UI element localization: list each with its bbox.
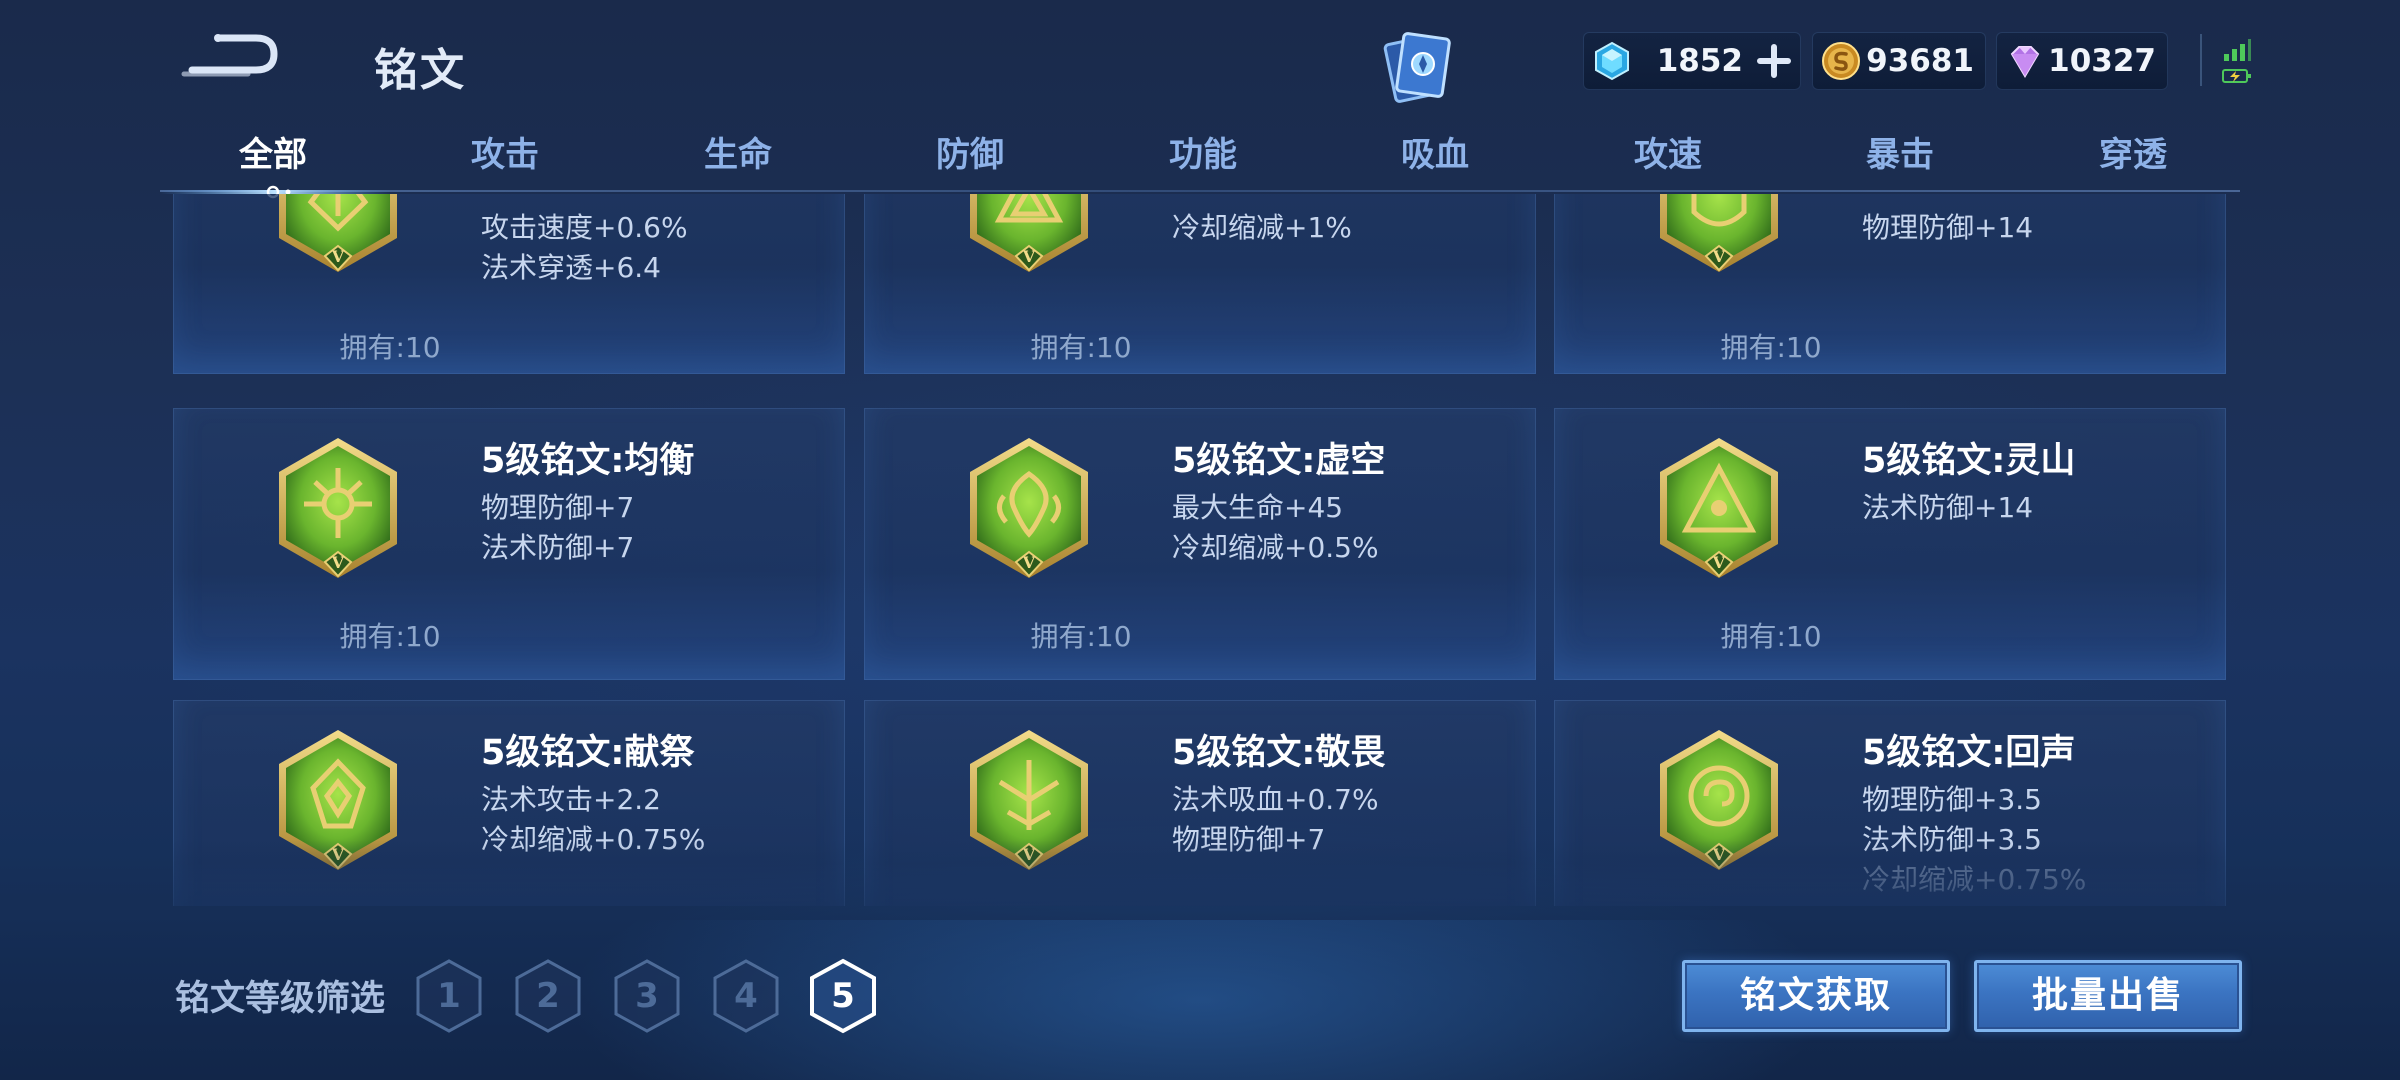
- tab-lifesteal[interactable]: 吸血: [1355, 130, 1515, 180]
- level-number: 3: [635, 976, 659, 1016]
- rune-attribute: 冷却缩减+0.75%: [481, 823, 706, 856]
- level-filter-5[interactable]: 5: [808, 958, 878, 1034]
- rune-owned-count: 拥有:10: [339, 620, 441, 653]
- rune-card[interactable]: 物理防御+14 拥有:10: [1554, 194, 2226, 374]
- tab-penetration[interactable]: 穿透: [2053, 130, 2213, 180]
- gold-currency: 93681: [1812, 32, 1986, 90]
- rune-attribute: 法术防御+14: [1862, 491, 2034, 524]
- rune-name: 5级铭文:虚空: [1172, 441, 1386, 481]
- level-filter-1[interactable]: 1: [414, 958, 484, 1034]
- level-filter-3[interactable]: 3: [612, 958, 682, 1034]
- rune-name: 5级铭文:献祭: [481, 733, 695, 773]
- rune-attack-icon: [278, 194, 398, 273]
- rune-owned-count: 拥有:10: [1030, 331, 1132, 364]
- level-number: 1: [437, 976, 461, 1016]
- tab-critical[interactable]: 暴击: [1820, 130, 1980, 180]
- status-divider: [2200, 34, 2202, 86]
- rune-attribute: 法术吸血+0.7%: [1172, 783, 1379, 816]
- status-indicators: [2222, 38, 2252, 88]
- rune-attribute: 冷却缩减+1%: [1172, 211, 1352, 244]
- rune-owned-count: 拥有:10: [1720, 620, 1822, 653]
- obtain-rune-button[interactable]: 铭文获取: [1682, 960, 1950, 1032]
- tab-divider-line: [160, 190, 2240, 192]
- obtain-rune-label: 铭文获取: [1739, 975, 1892, 1016]
- rune-owned-count: 拥有:10: [1030, 620, 1132, 653]
- page-title: 铭文: [374, 45, 466, 96]
- rune-list[interactable]: 攻击速度+0.6% 法术穿透+6.4 拥有:10 冷却缩减+1% 拥有:10 物…: [0, 194, 2400, 906]
- rune-defense-icon: [1659, 194, 1779, 273]
- rune-balance-icon: [278, 437, 398, 579]
- rune-owned-count: 拥有:10: [339, 331, 441, 364]
- card-collection-icon[interactable]: [1380, 28, 1456, 104]
- rune-attribute: 冷却缩减+0.75%: [1862, 863, 2087, 896]
- tab-utility[interactable]: 功能: [1123, 130, 1283, 180]
- level-filter-label: 铭文等级筛选: [175, 979, 386, 1019]
- rune-card[interactable]: 冷却缩减+1% 拥有:10: [864, 194, 1536, 374]
- rune-attribute: 物理防御+7: [481, 491, 635, 524]
- rune-attribute: 最大生命+45: [1172, 491, 1344, 524]
- rune-card[interactable]: 5级铭文:献祭 法术攻击+2.2 冷却缩减+0.75%: [173, 700, 845, 906]
- rune-owned-count: 拥有:10: [1720, 331, 1822, 364]
- tab-attack[interactable]: 攻击: [425, 130, 585, 180]
- level-filter-4[interactable]: 4: [711, 958, 781, 1034]
- bulk-sell-label: 批量出售: [2031, 975, 2184, 1016]
- diamond-currency: 1852: [1583, 32, 1801, 90]
- rune-attribute: 物理防御+7: [1172, 823, 1326, 856]
- rune-attribute: 法术攻击+2.2: [481, 783, 661, 816]
- rune-attribute: 攻击速度+0.6%: [481, 211, 688, 244]
- rune-attribute: 法术穿透+6.4: [481, 251, 661, 284]
- rune-card[interactable]: 5级铭文:敬畏 法术吸血+0.7% 物理防御+7: [864, 700, 1536, 906]
- level-number: 4: [734, 976, 758, 1016]
- rune-name: 5级铭文:敬畏: [1172, 733, 1386, 773]
- back-arrow-icon: [181, 34, 278, 77]
- rune-attribute: 物理防御+3.5: [1862, 783, 2042, 816]
- gem-currency: 10327: [1996, 32, 2168, 90]
- add-diamond-button[interactable]: [1757, 44, 1791, 78]
- tab-defense[interactable]: 防御: [890, 130, 1050, 180]
- rune-awe-icon: [969, 729, 1089, 871]
- rune-name: 5级铭文:均衡: [481, 441, 695, 481]
- rune-card[interactable]: 5级铭文:灵山 法术防御+14 拥有:10: [1554, 408, 2226, 680]
- back-button[interactable]: [178, 28, 282, 84]
- rune-card[interactable]: 5级铭文:虚空 最大生命+45 冷却缩减+0.5% 拥有:10: [864, 408, 1536, 680]
- rune-attribute: 法术防御+3.5: [1862, 823, 2042, 856]
- rune-name: 5级铭文:灵山: [1862, 441, 2076, 481]
- tab-attack-speed[interactable]: 攻速: [1588, 130, 1748, 180]
- signal-strength-icon: [2224, 39, 2251, 61]
- level-number: 5: [831, 976, 855, 1016]
- battery-charging-icon: [2222, 69, 2251, 83]
- gold-coin-icon: [1822, 42, 1860, 80]
- rune-utility-icon: [969, 194, 1089, 273]
- blue-crystal-icon: [1595, 41, 1629, 81]
- category-tabs: 全部 攻击 生命 防御 功能 吸血 攻速 暴击 穿透: [160, 130, 2240, 190]
- level-number: 2: [536, 976, 560, 1016]
- rune-sacrifice-icon: [278, 729, 398, 871]
- plus-icon: [1757, 44, 1791, 78]
- rune-attribute: 冷却缩减+0.5%: [1172, 531, 1379, 564]
- purple-gem-icon: [2010, 46, 2040, 78]
- rune-attribute: 法术防御+7: [481, 531, 635, 564]
- gold-amount: 93681: [1866, 43, 1974, 79]
- rune-attribute: 物理防御+14: [1862, 211, 2034, 244]
- gem-amount: 10327: [2048, 43, 2156, 79]
- rune-spirit-mountain-icon: [1659, 437, 1779, 579]
- tab-all[interactable]: 全部: [193, 130, 353, 180]
- rune-card[interactable]: 攻击速度+0.6% 法术穿透+6.4 拥有:10: [173, 194, 845, 374]
- rune-card[interactable]: 5级铭文:回声 物理防御+3.5 法术防御+3.5 冷却缩减+0.75%: [1554, 700, 2226, 906]
- level-filter-2[interactable]: 2: [513, 958, 583, 1034]
- bulk-sell-button[interactable]: 批量出售: [1974, 960, 2242, 1032]
- rune-card[interactable]: 5级铭文:均衡 物理防御+7 法术防御+7 拥有:10: [173, 408, 845, 680]
- rune-name: 5级铭文:回声: [1862, 733, 2076, 773]
- diamond-amount: 1852: [1656, 43, 1743, 79]
- rune-void-icon: [969, 437, 1089, 579]
- rune-echo-icon: [1659, 729, 1779, 871]
- tab-health[interactable]: 生命: [658, 130, 818, 180]
